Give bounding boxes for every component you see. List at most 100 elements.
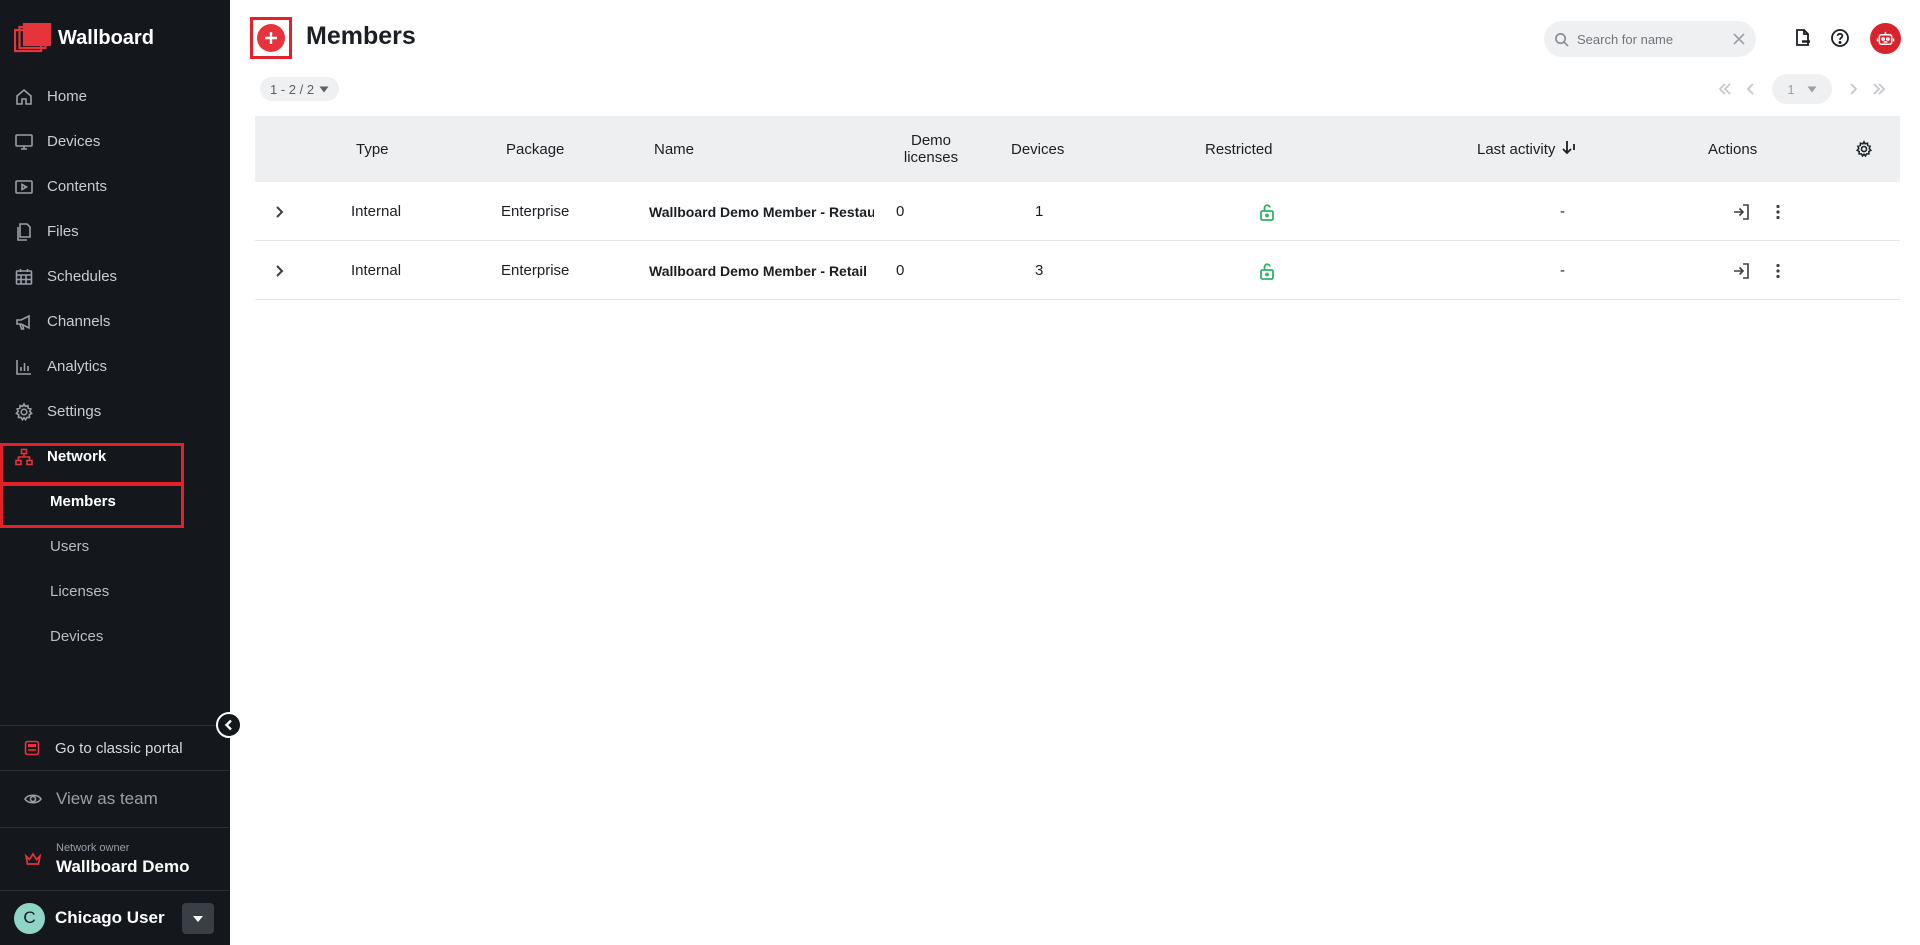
caret-down-icon — [1807, 86, 1817, 92]
chevron-left-icon — [1746, 83, 1754, 95]
column-header-package[interactable]: Package — [506, 116, 564, 182]
table-row[interactable]: Internal Enterprise Wallboard Demo Membe… — [255, 182, 1900, 241]
range-selector[interactable]: 1 - 2 / 2 — [260, 77, 340, 101]
column-header-devices[interactable]: Devices — [1011, 116, 1064, 182]
column-header-demo-licenses[interactable]: Demo licenses — [901, 116, 961, 182]
chevron-right-icon — [276, 264, 284, 277]
main-nav: Home Devices Contents Files Schedules Ch… — [0, 74, 230, 659]
row-menu-button[interactable] — [1768, 241, 1788, 300]
home-icon — [14, 87, 34, 107]
sidebar-item-label: Contents — [47, 178, 108, 195]
megaphone-icon — [14, 312, 34, 332]
cell-package: Enterprise — [501, 262, 570, 279]
plus-icon — [257, 24, 285, 52]
view-as-team-button[interactable]: View as team — [0, 770, 230, 827]
next-page-button[interactable] — [1840, 74, 1866, 104]
add-member-button[interactable] — [250, 17, 292, 59]
members-table: Type Package Name Demo licenses Devices … — [255, 116, 1900, 300]
expand-row-button[interactable] — [272, 241, 286, 300]
unlock-icon[interactable] — [1257, 182, 1277, 241]
sidebar-subitem-label: Licenses — [50, 583, 110, 600]
collapse-sidebar-button[interactable] — [216, 712, 242, 738]
clear-search-button[interactable] — [1732, 32, 1746, 46]
sidebar-subitem-members[interactable]: Members — [0, 479, 230, 524]
sidebar-subitem-licenses[interactable]: Licenses — [0, 569, 230, 614]
column-header-restricted[interactable]: Restricted — [1205, 116, 1273, 182]
sidebar-subitem-label: Users — [50, 538, 90, 555]
sidebar-item-label: Schedules — [47, 268, 118, 285]
sidebar-item-devices[interactable]: Devices — [0, 119, 230, 164]
classic-portal-link[interactable]: Go to classic portal — [0, 725, 230, 770]
gear-icon — [14, 401, 34, 422]
double-chevron-right-icon — [1873, 83, 1886, 95]
first-page-button[interactable] — [1712, 74, 1738, 104]
csv-file-icon — [1796, 29, 1810, 46]
table-settings-button[interactable] — [1855, 116, 1873, 182]
sidebar-item-label: Files — [47, 223, 79, 240]
brand[interactable]: Wallboard — [14, 22, 154, 54]
help-button[interactable] — [1828, 26, 1852, 50]
main-content: Members 1 - 2 / 2 1 Type Package Name — [230, 0, 1920, 945]
login-as-member-button[interactable] — [1731, 241, 1751, 300]
sidebar-item-network[interactable]: Network — [0, 434, 230, 479]
user-name: Chicago User — [55, 908, 165, 927]
sign-in-icon — [1734, 262, 1749, 279]
caret-down-icon — [319, 86, 329, 92]
cell-last-activity: - — [1560, 203, 1565, 220]
eye-icon — [24, 794, 42, 804]
cell-name[interactable]: Wallboard Demo Member - Restaurant — [649, 182, 874, 241]
network-owner: Network owner Wallboard Demo — [0, 827, 230, 890]
cell-demo-licenses: 0 — [896, 203, 905, 220]
cell-last-activity: - — [1560, 262, 1565, 279]
sidebar-subitem-users[interactable]: Users — [0, 524, 230, 569]
network-icon — [14, 447, 34, 467]
page-title: Members — [306, 22, 416, 50]
sidebar-item-contents[interactable]: Contents — [0, 164, 230, 209]
sidebar-item-settings[interactable]: Settings — [0, 389, 230, 434]
search-icon — [1555, 32, 1569, 47]
row-menu-button[interactable] — [1768, 182, 1788, 241]
owner-name: Wallboard Demo — [56, 856, 190, 876]
close-icon — [1733, 33, 1745, 45]
avatar[interactable]: C — [14, 902, 45, 934]
sidebar-subitem-devices[interactable]: Devices — [0, 614, 230, 659]
sidebar-item-analytics[interactable]: Analytics — [0, 344, 230, 389]
pagination: 1 — [1712, 74, 1892, 104]
classic-portal-icon — [24, 740, 40, 756]
chevron-right-icon — [276, 205, 284, 218]
login-as-member-button[interactable] — [1731, 182, 1751, 241]
sort-desc-icon[interactable] — [1555, 139, 1577, 159]
column-header-name[interactable]: Name — [654, 116, 694, 182]
last-page-button[interactable] — [1866, 74, 1892, 104]
robot-icon — [1876, 31, 1895, 45]
assistant-bot-button[interactable] — [1870, 23, 1901, 54]
sidebar-item-schedules[interactable]: Schedules — [0, 254, 230, 299]
cell-devices: 3 — [1035, 262, 1044, 279]
search-input[interactable] — [1577, 31, 1727, 47]
sidebar-item-label: Devices — [47, 133, 101, 150]
sidebar-item-home[interactable]: Home — [0, 74, 230, 119]
range-label: 1 - 2 / 2 — [270, 81, 315, 97]
export-csv-button[interactable] — [1791, 26, 1815, 50]
table-row[interactable]: Internal Enterprise Wallboard Demo Membe… — [255, 241, 1900, 300]
user-dropdown-button[interactable] — [182, 903, 214, 934]
help-icon — [1831, 29, 1849, 47]
sign-in-icon — [1734, 203, 1749, 220]
prev-page-button[interactable] — [1738, 74, 1764, 104]
column-header-last-activity[interactable]: Last activity — [1477, 116, 1577, 182]
wallboard-logo-icon — [14, 23, 52, 53]
more-vertical-icon — [1776, 204, 1780, 219]
owner-label: Network owner — [56, 841, 130, 854]
sidebar: Wallboard Home Devices Contents Files Sc… — [0, 0, 242, 945]
classic-portal-label: Go to classic portal — [55, 739, 183, 757]
column-header-type[interactable]: Type — [356, 116, 389, 182]
page-select[interactable]: 1 — [1772, 74, 1832, 104]
sidebar-item-channels[interactable]: Channels — [0, 299, 230, 344]
brand-name: Wallboard — [58, 26, 154, 49]
expand-row-button[interactable] — [272, 182, 286, 241]
cell-name[interactable]: Wallboard Demo Member - Retail — [649, 241, 874, 300]
calendar-icon — [14, 267, 34, 287]
page-number: 1 — [1787, 81, 1795, 97]
unlock-icon[interactable] — [1257, 241, 1277, 300]
sidebar-item-files[interactable]: Files — [0, 209, 230, 254]
